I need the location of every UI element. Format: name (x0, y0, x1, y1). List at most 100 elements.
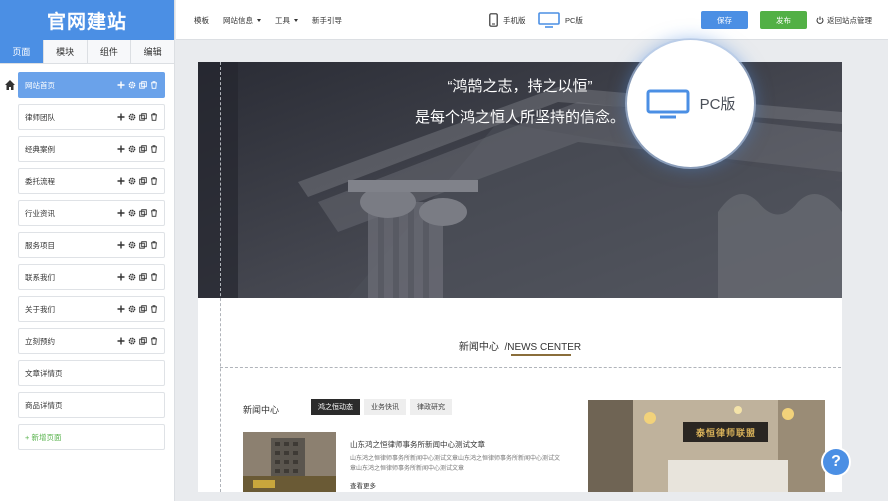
trash-icon[interactable] (150, 113, 158, 121)
move-icon[interactable] (117, 209, 125, 217)
article-thumbnail[interactable] (243, 432, 336, 492)
page-item-tools (117, 241, 158, 249)
move-icon[interactable] (117, 305, 125, 313)
trash-icon[interactable] (150, 177, 158, 185)
tab-company-news[interactable]: 鸿之恒动态 (311, 399, 360, 415)
move-icon[interactable] (117, 273, 125, 281)
pc-version-toggle[interactable]: PC版 (538, 0, 583, 40)
copy-icon[interactable] (139, 305, 147, 313)
view-more-link[interactable]: 查看更多 (350, 480, 376, 490)
back-to-site-management[interactable]: 返回站点管理 (816, 0, 872, 40)
tab-pages[interactable]: 页面 (0, 40, 44, 63)
gear-icon[interactable] (128, 241, 136, 249)
magnifier-label: PC版 (699, 96, 736, 113)
page-item-tools (117, 209, 158, 217)
page-item[interactable]: 行业资讯 (18, 200, 165, 226)
page-item-label: 立刻预约 (25, 336, 55, 346)
trash-icon[interactable] (150, 305, 158, 313)
help-button[interactable]: ? (823, 449, 849, 475)
trash-icon[interactable] (150, 273, 158, 281)
page-item-tools (117, 273, 158, 281)
save-button[interactable]: 保存 (701, 11, 748, 29)
page-item[interactable]: 关于我们 (18, 296, 165, 322)
copy-icon[interactable] (139, 177, 147, 185)
page-item-label: 服务项目 (25, 240, 55, 250)
tab-legal-research[interactable]: 律政研究 (410, 399, 452, 415)
page-item-tools (117, 113, 158, 121)
gear-icon[interactable] (128, 273, 136, 281)
news-center-heading: 新闻中心 /NEWS CENTER (458, 342, 582, 353)
copy-icon[interactable] (139, 241, 147, 249)
page-item-label: 文章详情页 (25, 368, 63, 378)
power-icon (816, 16, 824, 24)
page-item[interactable]: 律师团队 (18, 104, 165, 130)
page-item[interactable]: 网站首页 (18, 72, 165, 98)
page-item[interactable]: 文章详情页 (18, 360, 165, 386)
caret-down-icon (257, 18, 261, 22)
trash-icon[interactable] (150, 241, 158, 249)
page-item-label: 商品详情页 (25, 400, 63, 410)
copy-icon[interactable] (139, 273, 147, 281)
tab-components[interactable]: 组件 (87, 40, 132, 63)
add-page-button[interactable]: + 新增页面 (18, 424, 165, 450)
page-item-label: 行业资讯 (25, 208, 55, 218)
gear-icon[interactable] (128, 177, 136, 185)
copy-icon[interactable] (139, 209, 147, 217)
gear-icon[interactable] (128, 113, 136, 121)
office-photo[interactable]: 泰恒律师联盟 (588, 400, 825, 492)
tab-edit[interactable]: 编辑 (131, 40, 174, 63)
article-title[interactable]: 山东鸿之恒律师事务所新闻中心测试文章 (350, 439, 485, 450)
page-item-label: 网站首页 (25, 80, 55, 90)
move-icon[interactable] (117, 81, 125, 89)
menu-template[interactable]: 模板 (194, 15, 209, 26)
gear-icon[interactable] (128, 337, 136, 345)
gear-icon[interactable] (128, 305, 136, 313)
page-item-tools (117, 81, 158, 89)
pc-version-magnifier-callout: PC版 (627, 40, 754, 167)
trash-icon[interactable] (150, 81, 158, 89)
office-lobby-image (588, 400, 825, 492)
gear-icon[interactable] (128, 145, 136, 153)
page-item[interactable]: 委托流程 (18, 168, 165, 194)
mobile-phone-icon (489, 13, 498, 27)
page-item-label: 关于我们 (25, 304, 55, 314)
menu-guide[interactable]: 新手引导 (312, 15, 342, 26)
move-icon[interactable] (117, 145, 125, 153)
tab-modules[interactable]: 模块 (43, 40, 88, 63)
monitor-icon (646, 89, 690, 118)
mobile-version-toggle[interactable]: 手机版 (489, 0, 526, 40)
move-icon[interactable] (117, 241, 125, 249)
page-item[interactable]: 立刻预约 (18, 328, 165, 354)
building-image (243, 432, 336, 492)
caret-down-icon (294, 18, 298, 22)
page-item-label: 经典案例 (25, 144, 55, 154)
copy-icon[interactable] (139, 145, 147, 153)
article-summary: 山东鸿之恒律师事务所新闻中心测试文章山东鸿之恒律师事务所新闻中心测试文章山东鸿之… (350, 456, 561, 472)
page-item[interactable]: 联系我们 (18, 264, 165, 290)
page-list: 网站首页 律师团队 经典案例 委托流程 行业资讯 服务项目 联系我们 关于我们 … (18, 72, 165, 456)
page-item-label: 律师团队 (25, 112, 55, 122)
move-icon[interactable] (117, 337, 125, 345)
menu-tools[interactable]: 工具 (275, 15, 298, 26)
menu-site-info[interactable]: 网站信息 (223, 15, 261, 26)
page-item[interactable]: 服务项目 (18, 232, 165, 258)
trash-icon[interactable] (150, 337, 158, 345)
trash-icon[interactable] (150, 209, 158, 217)
gear-icon[interactable] (128, 81, 136, 89)
page-item-tools (117, 145, 158, 153)
trash-icon[interactable] (150, 145, 158, 153)
move-icon[interactable] (117, 113, 125, 121)
page-item[interactable]: 经典案例 (18, 136, 165, 162)
copy-icon[interactable] (139, 113, 147, 121)
copy-icon[interactable] (139, 81, 147, 89)
publish-button[interactable]: 发布 (760, 11, 807, 29)
tab-business-news[interactable]: 业务快讯 (364, 399, 406, 415)
move-icon[interactable] (117, 177, 125, 185)
page-item[interactable]: 商品详情页 (18, 392, 165, 418)
home-icon (5, 80, 15, 90)
copy-icon[interactable] (139, 337, 147, 345)
guide-line-left (220, 62, 221, 492)
page-item-tools (117, 305, 158, 313)
gear-icon[interactable] (128, 209, 136, 217)
news-category-tabs: 鸿之恒动态 业务快讯 律政研究 (311, 399, 452, 415)
